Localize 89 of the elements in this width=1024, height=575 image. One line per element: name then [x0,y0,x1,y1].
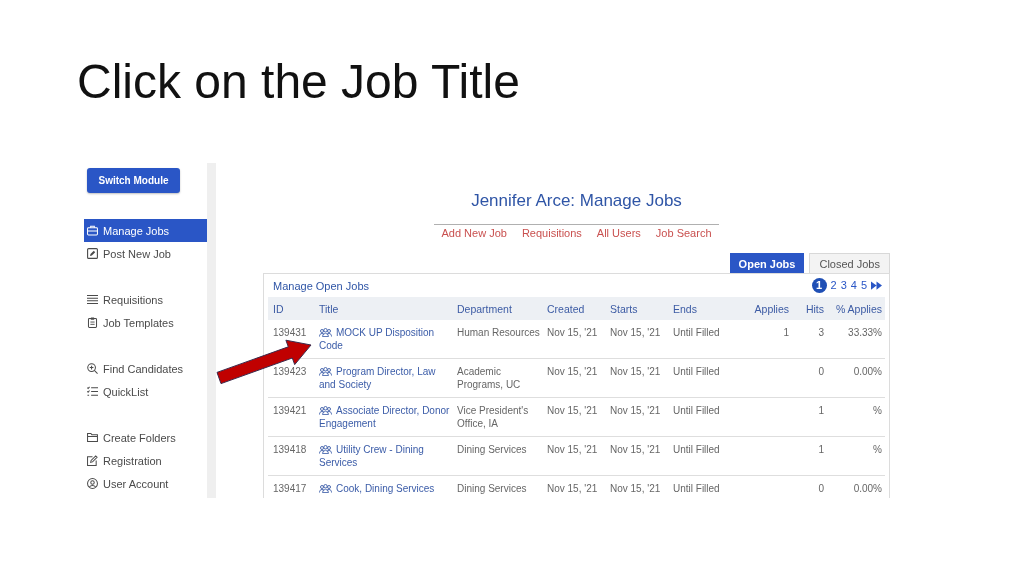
user-circle-icon [87,478,98,489]
table-cell-text: 0 [817,365,825,379]
job-title-link[interactable]: Utility Crew - Dining Services [319,443,452,469]
nav-link[interactable]: Add New Job [441,226,507,240]
table-cell-text: Until Filled [672,443,721,457]
table-cell-text: Until Filled [672,404,721,418]
table-cell-text: 139423 [272,365,308,379]
edit-icon [87,455,98,466]
page-link[interactable]: 1 [811,278,827,293]
sidebar-item[interactable]: Create Folders [84,426,207,449]
table-cell-text: Until Filled [672,365,721,379]
table-cell-text: 33.33% [847,326,883,340]
briefcase-icon [87,225,98,236]
table-cell-text: Nov 15, '21 [609,404,662,418]
fast-forward-icon[interactable] [871,281,882,290]
tab[interactable]: Open Jobs [729,253,805,273]
page-title: Jennifer Arce: Manage Jobs [471,190,682,212]
page-link[interactable]: 5 [860,278,867,293]
nav-link[interactable]: All Users [596,226,641,240]
panel-title: Manage Open Jobs [273,279,369,292]
table-cell-text: 0.00% [852,365,883,379]
table-cell-text: Nov 15, '21 [546,404,599,418]
sidebar-item[interactable]: Requisitions [84,288,207,311]
table-cell-text: Nov 15, '21 [609,365,662,379]
table-cell-text: Until Filled [672,482,721,496]
checklist-icon [87,386,98,397]
sidebar-item[interactable]: Job Templates [84,311,207,334]
table-cell-text: Nov 15, '21 [609,326,662,340]
table-cell-text: 1 [782,326,790,340]
folder-icon [87,432,98,443]
tab[interactable]: Closed Jobs [809,253,890,273]
table-cell-text: 1 [817,443,825,457]
column-header: Ends [672,302,698,315]
table-cell-text: % [872,404,883,418]
table-cell-text: Dining Services [456,443,528,457]
page-link[interactable]: 3 [840,278,847,293]
column-header: Hits [804,302,825,315]
column-header: Starts [609,302,639,315]
page-link[interactable]: 2 [830,278,837,293]
table-cell-text: 139421 [272,404,308,418]
table-cell-text: Nov 15, '21 [546,326,599,340]
table-cell-text: % [872,443,883,457]
people-icon [319,367,332,376]
table-cell-text: 139418 [272,443,308,457]
sidebar-item[interactable]: QuickList [84,380,207,403]
list-icon [87,294,98,305]
job-title-link[interactable]: Cook, Dining Services [319,482,452,495]
column-header: Title [318,302,340,315]
sidebar-item[interactable]: Find Candidates [84,357,207,380]
column-header: % Applies [834,302,883,315]
table-cell-text: Dining Services [456,482,528,496]
people-icon [319,328,332,337]
nav-link[interactable]: Job Search [655,226,712,240]
job-title-link[interactable]: Program Director, Law and Society [319,365,452,391]
job-title-link[interactable]: MOCK UP Disposition Code [319,326,452,352]
table-cell-text: Nov 15, '21 [546,482,599,496]
column-header: Applies [753,302,790,315]
table-cell-text: Human Resources [456,326,541,340]
sidebar-item[interactable]: Manage Jobs [84,219,207,242]
table-cell-text: Nov 15, '21 [609,443,662,457]
pencil-square-icon [87,248,98,259]
table-cell-text: 139431 [272,326,308,340]
table-cell-text: 139417 [272,482,308,496]
sidebar-item[interactable]: Post New Job [84,242,207,265]
table-cell-text: Nov 15, '21 [609,482,662,496]
slide-title: Click on the Job Title [77,54,520,110]
table-cell-text: Vice President's Office, IA [456,404,530,431]
table-cell-text: 0 [817,482,825,496]
job-title-link[interactable]: Associate Director, Donor Engagement [319,404,452,430]
nav-link[interactable]: Requisitions [521,226,582,240]
table-cell-text: Academic Programs, UC [456,365,522,392]
table-cell-text: 3 [817,326,825,340]
column-header: Created [546,302,586,315]
column-header: Department [456,302,513,315]
table-cell-text: Until Filled [672,326,721,340]
zoom-in-icon [87,363,98,374]
column-header: ID [272,302,285,315]
table-cell-text: Nov 15, '21 [546,365,599,379]
people-icon [319,445,332,454]
sidebar-item[interactable]: Registration [84,449,207,472]
table-cell-text: Nov 15, '21 [546,443,599,457]
people-icon [319,406,332,415]
table-cell-text: 0.00% [852,482,883,496]
sidebar-item[interactable]: User Account [84,472,207,495]
people-icon [319,484,332,493]
table-cell-text: 1 [817,404,825,418]
switch-module-button[interactable]: Switch Module [87,168,180,193]
clipboard-icon [87,317,98,328]
page-link[interactable]: 4 [850,278,857,293]
